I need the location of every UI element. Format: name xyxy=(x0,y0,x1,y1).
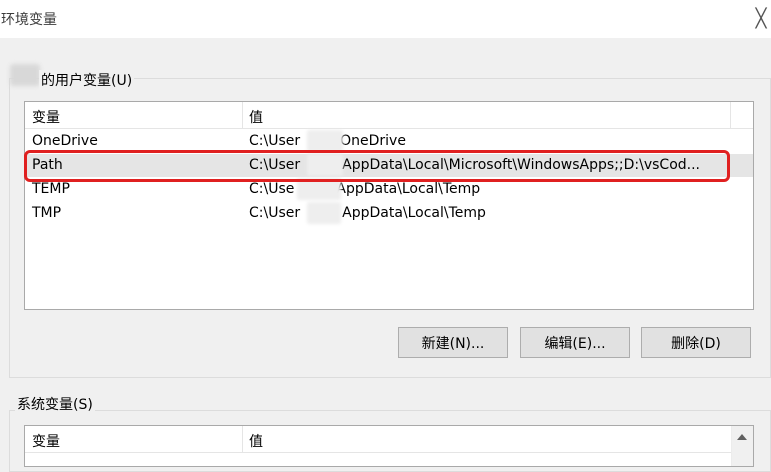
window-title: 环境变量 xyxy=(1,12,57,28)
column-divider[interactable] xyxy=(242,426,243,452)
scroll-up-arrow-icon[interactable] xyxy=(737,434,747,440)
column-header-name[interactable]: 变量 xyxy=(32,107,60,127)
column-header-name[interactable]: 变量 xyxy=(32,431,60,451)
table-row[interactable]: TMP C:\User AppData\Local\Temp xyxy=(26,202,753,225)
variable-name: TEMP xyxy=(32,181,70,197)
column-divider[interactable] xyxy=(242,102,243,128)
table-row[interactable]: Path C:\User AppData\Local\Microsoft\Wind… xyxy=(26,154,753,177)
list-header: 变量 值 xyxy=(25,102,753,129)
redaction-mask xyxy=(307,202,341,224)
table-row[interactable]: TEMP C:\Use AppData\Local\Temp xyxy=(26,178,753,201)
user-variables-label: 的用户变量(U) xyxy=(39,70,135,90)
system-variables-list[interactable]: 变量 值 xyxy=(24,425,754,467)
close-icon[interactable]: ╳ xyxy=(748,5,771,31)
edit-button[interactable]: 编辑(E)... xyxy=(520,327,630,358)
vertical-scrollbar[interactable] xyxy=(731,426,753,466)
column-divider[interactable] xyxy=(730,102,731,128)
delete-button[interactable]: 删除(D) xyxy=(641,327,751,358)
variable-name: TMP xyxy=(32,205,62,221)
table-row[interactable]: OneDrive C:\User OneDrive xyxy=(26,130,753,153)
list-header: 变量 值 xyxy=(25,426,753,453)
variable-name: Path xyxy=(32,157,63,173)
column-header-value[interactable]: 值 xyxy=(249,107,263,127)
new-button[interactable]: 新建(N)... xyxy=(398,327,508,358)
column-header-value[interactable]: 值 xyxy=(249,431,263,451)
variable-value: C:\Use AppData\Local\Temp xyxy=(249,181,481,197)
user-variables-list[interactable]: 变量 值 OneDrive C:\User OneDrive Path C:\Us… xyxy=(24,101,754,310)
redaction-mask xyxy=(297,178,341,200)
variable-name: OneDrive xyxy=(32,133,98,149)
system-variables-label: 系统变量(S) xyxy=(15,394,95,414)
variable-value: C:\User AppData\Local\Temp xyxy=(249,205,486,221)
title-bar: 环境变量 ╳ xyxy=(0,0,771,38)
redaction-mask xyxy=(307,130,343,152)
redacted-username xyxy=(10,64,40,86)
redaction-mask xyxy=(307,154,343,176)
